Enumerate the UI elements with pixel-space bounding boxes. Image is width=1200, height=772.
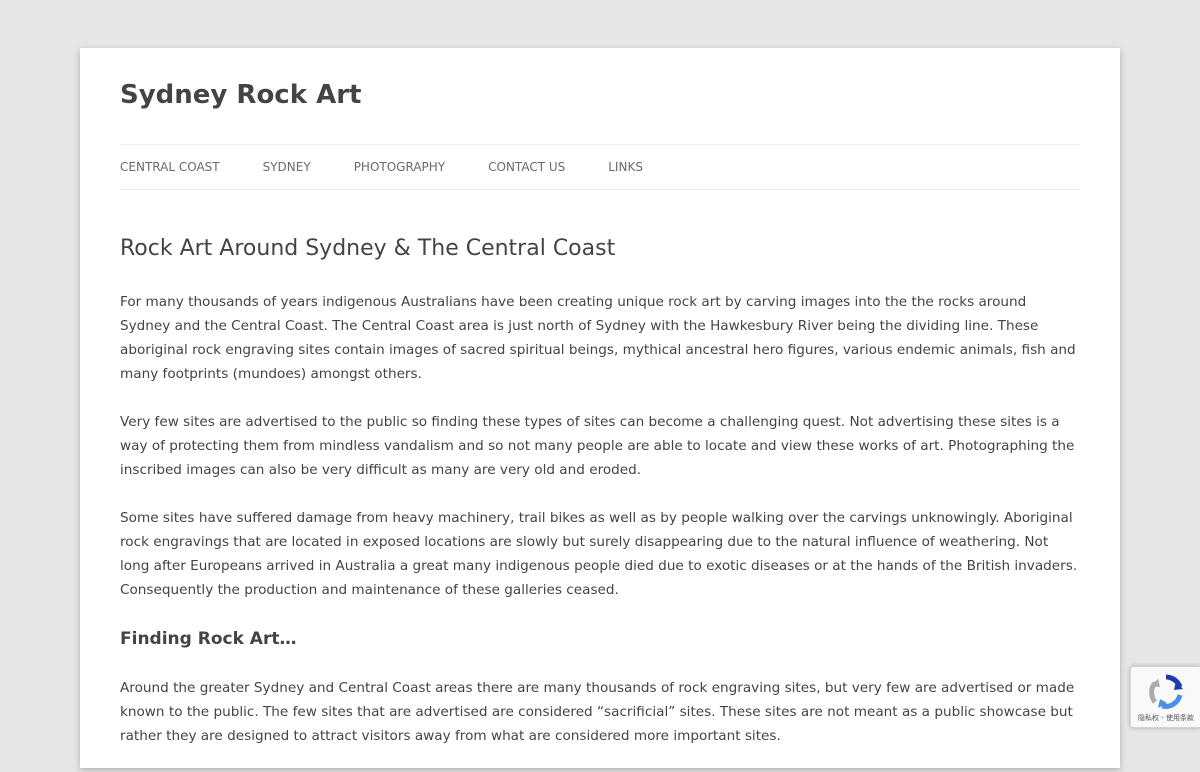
article-title: Rock Art Around Sydney & The Central Coa…	[120, 236, 616, 261]
article-content: For many thousands of years indigenous A…	[120, 290, 1080, 772]
nav-item-photography[interactable]: PHOTOGRAPHY	[354, 160, 445, 174]
article-paragraph-3: Some sites have suffered damage from hea…	[120, 510, 1078, 598]
nav-item-links[interactable]: LINKS	[608, 160, 643, 174]
page-container: Sydney Rock Art CENTRAL COAST SYDNEY PHO…	[80, 48, 1120, 768]
nav-item-central-coast[interactable]: CENTRAL COAST	[120, 160, 220, 174]
site-title-link[interactable]: Sydney Rock Art	[120, 80, 361, 110]
article-paragraph-2: Very few sites are advertised to the pub…	[120, 414, 1075, 478]
nav-item-contact-us[interactable]: CONTACT US	[488, 160, 565, 174]
main-navigation: CENTRAL COAST SYDNEY PHOTOGRAPHY CONTACT…	[120, 144, 1080, 190]
nav-menu: CENTRAL COAST SYDNEY PHOTOGRAPHY CONTACT…	[120, 145, 1080, 189]
recaptcha-logo-icon	[1149, 674, 1183, 709]
recaptcha-footer-links[interactable]: 隐私权 - 使用条款	[1131, 713, 1200, 723]
article-subheading: Finding Rock Art…	[120, 629, 297, 649]
article-paragraph-4: Around the greater Sydney and Central Co…	[120, 680, 1075, 744]
recaptcha-badge[interactable]: 隐私权 - 使用条款	[1130, 666, 1200, 728]
article-paragraph-1: For many thousands of years indigenous A…	[120, 294, 1076, 382]
nav-item-sydney[interactable]: SYDNEY	[263, 160, 311, 174]
